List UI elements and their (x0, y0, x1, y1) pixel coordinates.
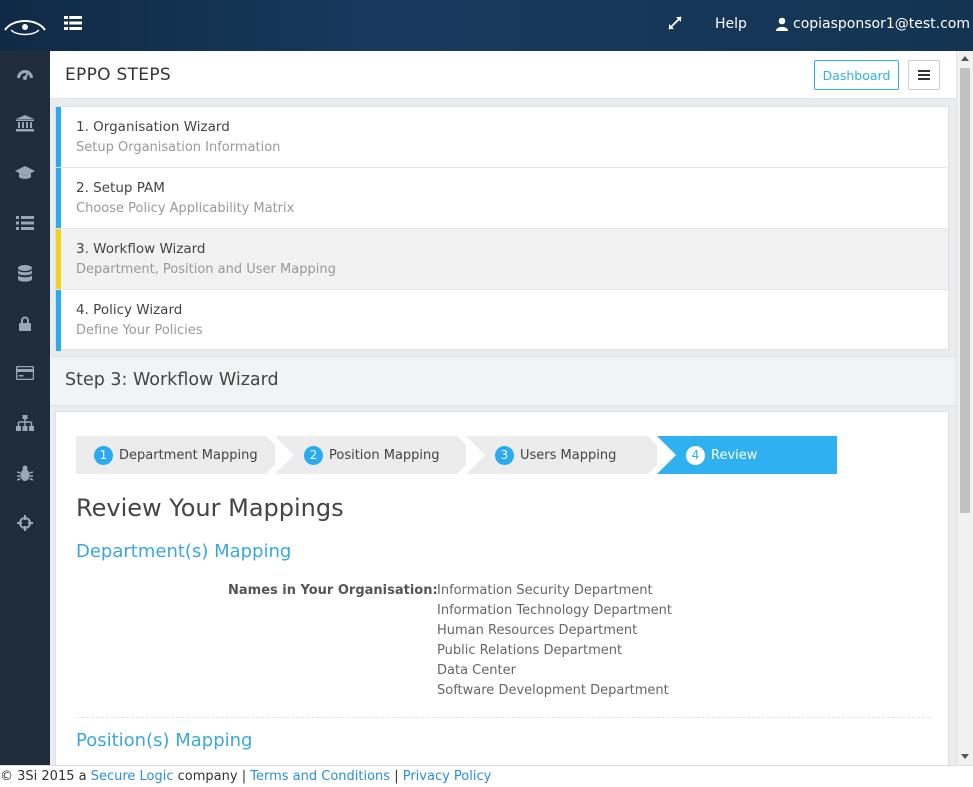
wizard-notch (466, 436, 485, 474)
department-mapping-heading: Department(s) Mapping (76, 541, 292, 562)
wizard-step-position-mapping[interactable]: 2 Position Mapping (275, 436, 457, 474)
user-menu[interactable]: copiasponsor1@test.com (775, 16, 973, 32)
fullscreen-expand-icon[interactable] (668, 16, 684, 32)
step-policy-wizard[interactable]: 4. Policy Wizard Define Your Policies (56, 290, 948, 351)
list-item: Information Security Department (437, 583, 653, 598)
page-header: EPPO STEPS Dashboard (50, 51, 956, 99)
sidebar (0, 51, 50, 765)
wizard-step-number: 4 (686, 445, 705, 465)
list-icon (16, 216, 34, 230)
page-title: EPPO STEPS (65, 65, 171, 85)
sidebar-item-dashboard[interactable] (0, 53, 50, 93)
wizard-step-review[interactable]: 4 Review (657, 436, 837, 474)
step-indicator-bar (56, 107, 61, 167)
hamburger-icon (918, 70, 930, 80)
user-email: copiasponsor1@test.com (793, 16, 970, 32)
brand-logo[interactable] (0, 0, 50, 51)
sidebar-item-bank[interactable] (0, 103, 50, 143)
dashboard-button[interactable]: Dashboard (814, 60, 899, 90)
sitemap-icon (16, 415, 34, 431)
sidebar-item-hierarchy[interactable] (0, 403, 50, 443)
step-indicator-bar (56, 168, 61, 228)
footer-text: company | (173, 769, 251, 784)
step-subtitle: Department, Position and User Mapping (76, 262, 336, 277)
wizard-step-label: Users Mapping (520, 447, 617, 463)
wizard-step-number: 1 (94, 445, 113, 465)
step-title: 4. Policy Wizard (76, 302, 183, 318)
step-indicator-bar (56, 290, 61, 351)
graduation-cap-icon (15, 166, 35, 179)
list-item: Information Technology Department (437, 603, 673, 618)
sidebar-item-database[interactable] (0, 253, 50, 293)
wizard-notch (275, 436, 294, 474)
top-navbar: Help copiasponsor1@test.com (0, 0, 973, 51)
step-title: 3. Workflow Wizard (76, 241, 206, 257)
sidebar-item-target[interactable] (0, 503, 50, 543)
credit-card-icon (16, 366, 34, 380)
wizard-step-label: Review (711, 447, 758, 463)
bank-icon (16, 114, 34, 131)
names-label: Names in Your Organisation: (228, 583, 438, 598)
page-scrollbar[interactable] (956, 51, 973, 765)
scroll-up-icon[interactable] (961, 56, 969, 61)
position-mapping-heading: Position(s) Mapping (76, 730, 253, 751)
privacy-link[interactable]: Privacy Policy (403, 769, 492, 784)
list-item: Public Relations Department (437, 643, 623, 658)
main-content: EPPO STEPS Dashboard 1. Organisation Wiz… (50, 51, 956, 765)
step-indicator-bar (56, 229, 61, 289)
bug-icon (17, 465, 33, 481)
step-workflow-wizard[interactable]: 3. Workflow Wizard Department, Position … (56, 229, 948, 290)
scrollbar-thumb[interactable] (960, 68, 970, 513)
menu-toggle-icon[interactable] (64, 15, 84, 35)
sidebar-item-security[interactable] (0, 303, 50, 343)
wizard-step-number: 3 (495, 445, 514, 465)
wizard-step-users-mapping[interactable]: 3 Users Mapping (466, 436, 648, 474)
crosshairs-icon (17, 515, 33, 531)
sidebar-item-list[interactable] (0, 203, 50, 243)
step-subtitle: Define Your Policies (76, 323, 203, 338)
steps-list: 1. Organisation Wizard Setup Organisatio… (55, 106, 949, 351)
section-header: Step 3: Workflow Wizard (50, 356, 956, 406)
wizard-step-department-mapping[interactable]: 1 Department Mapping (76, 436, 266, 474)
list-item: Human Resources Department (437, 623, 638, 638)
wizard-step-label: Department Mapping (119, 447, 258, 463)
step-setup-pam[interactable]: 2. Setup PAM Choose Policy Applicability… (56, 168, 948, 229)
wizard-step-label: Position Mapping (329, 447, 440, 463)
department-list: Information Security Department Informat… (437, 583, 672, 703)
wizard-notch (657, 436, 676, 474)
dashboard-icon (17, 70, 33, 80)
step-title: 2. Setup PAM (76, 180, 165, 196)
wizard-step-number: 2 (304, 445, 323, 465)
eye-logo-icon (4, 19, 46, 35)
review-title: Review Your Mappings (76, 494, 344, 522)
step-title: 1. Organisation Wizard (76, 119, 230, 135)
secure-logic-link[interactable]: Secure Logic (91, 769, 174, 784)
section-title: Step 3: Workflow Wizard (65, 370, 279, 390)
sidebar-item-bugs[interactable] (0, 453, 50, 493)
terms-link[interactable]: Terms and Conditions (250, 769, 390, 784)
list-item: Software Development Department (437, 683, 669, 698)
footer-separator: | (390, 769, 403, 784)
step-subtitle: Choose Policy Applicability Matrix (76, 201, 295, 216)
help-link[interactable]: Help (715, 16, 747, 32)
section-divider (76, 717, 930, 718)
copyright-text: © 3Si 2015 a (0, 769, 91, 784)
sidebar-item-training[interactable] (0, 153, 50, 193)
user-icon (776, 17, 788, 31)
sidebar-item-billing[interactable] (0, 353, 50, 393)
list-item: Data Center (437, 663, 516, 678)
review-panel: 1 Department Mapping 2 Position Mapping … (55, 411, 949, 765)
options-menu-button[interactable] (908, 60, 940, 90)
step-organisation-wizard[interactable]: 1. Organisation Wizard Setup Organisatio… (56, 107, 948, 168)
scroll-down-icon[interactable] (961, 754, 969, 759)
step-subtitle: Setup Organisation Information (76, 140, 281, 155)
footer: © 3Si 2015 a Secure Logic company | Term… (0, 765, 973, 787)
lock-icon (19, 316, 31, 331)
database-icon (18, 264, 32, 282)
